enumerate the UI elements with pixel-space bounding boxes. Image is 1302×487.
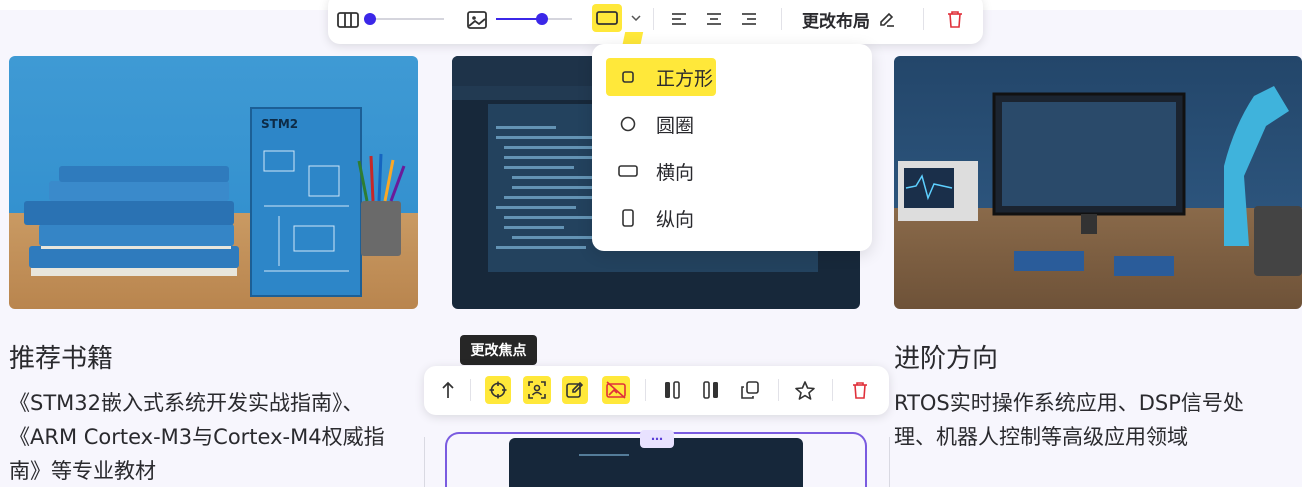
focus-button[interactable] <box>485 376 511 404</box>
shape-option-circle[interactable]: 圆圈 <box>606 105 694 143</box>
book-cover-title: STM2 <box>261 117 298 131</box>
card-description: 《STM32嵌入式系统开发实战指南》、 《ARM Cortex-M3与Corte… <box>9 386 439 487</box>
image-toolbar <box>424 366 889 415</box>
shape-option-label: 横向 <box>656 161 695 184</box>
align-left-icon[interactable] <box>668 8 690 30</box>
shape-option-label: 正方形 <box>656 67 714 90</box>
columns-slider-knob[interactable] <box>364 13 376 25</box>
shape-option-square[interactable]: 正方形 <box>606 58 716 96</box>
card-description: RTOS实时操作系统应用、DSP信号处 理、机器人控制等高级应用领域 <box>894 386 1302 454</box>
shape-option-portrait[interactable]: 纵向 <box>606 199 694 237</box>
card-description-line: 《STM32嵌入式系统开发实战指南》、 <box>9 391 364 415</box>
duplicate-icon <box>741 381 759 399</box>
drag-handle[interactable]: ⋯ <box>640 430 674 448</box>
tooltip: 更改焦点 <box>460 335 537 365</box>
edit-icon <box>566 381 584 398</box>
card-title: 进阶方向 <box>894 344 999 374</box>
trash-icon <box>853 382 867 399</box>
card-description-line: 南》等专业教材 <box>9 459 156 483</box>
card-image-robot-lab[interactable] <box>894 56 1302 309</box>
hide-image-icon <box>606 381 626 399</box>
layout-toolbar: 更改布局 <box>328 0 983 44</box>
column-right-icon <box>703 381 718 399</box>
columns-icon <box>336 8 360 32</box>
change-layout-label: 更改布局 <box>802 11 870 32</box>
focus-icon <box>489 381 507 399</box>
hide-image-button[interactable] <box>602 376 630 404</box>
face-focus-icon <box>528 381 546 399</box>
card-title: 推荐书籍 <box>9 344 114 374</box>
column-divider <box>889 437 890 487</box>
image-size-slider-knob[interactable] <box>536 13 548 25</box>
favorite-button[interactable] <box>793 378 817 402</box>
move-up-icon <box>442 381 454 398</box>
column-left-icon <box>665 381 680 399</box>
delete-button[interactable] <box>944 7 966 31</box>
align-right-icon[interactable] <box>738 8 760 30</box>
edit-image-button[interactable] <box>562 376 588 404</box>
column-left-button[interactable] <box>660 378 684 402</box>
shape-menu: 正方形 圆圈 横向 纵向 <box>592 44 872 251</box>
portrait-icon <box>618 208 638 228</box>
rectangle-icon <box>596 11 618 25</box>
square-icon <box>618 67 638 87</box>
circle-icon <box>618 114 638 134</box>
chevron-down-icon[interactable] <box>628 10 644 26</box>
face-focus-button[interactable] <box>523 376 551 404</box>
shape-option-landscape[interactable]: 横向 <box>606 152 694 190</box>
card-description-line: 理、机器人控制等高级应用领域 <box>894 425 1188 449</box>
column-right-button[interactable] <box>699 378 723 402</box>
move-up-button[interactable] <box>436 378 460 402</box>
shape-option-label: 纵向 <box>656 208 695 231</box>
delete-image-button[interactable] <box>848 378 872 402</box>
duplicate-button[interactable] <box>738 378 762 402</box>
column-divider <box>424 437 425 487</box>
image-icon <box>465 8 489 32</box>
shape-option-label: 圆圈 <box>656 114 695 137</box>
landscape-icon <box>618 161 638 181</box>
change-layout-button[interactable]: 更改布局 <box>802 6 896 32</box>
card-image-books[interactable]: STM2 <box>9 56 418 309</box>
trash-icon <box>948 11 962 28</box>
shape-select-button[interactable] <box>592 4 622 32</box>
align-center-icon[interactable] <box>703 8 725 30</box>
card-description-line: RTOS实时操作系统应用、DSP信号处 <box>894 391 1244 415</box>
edit-icon <box>880 12 894 27</box>
star-icon <box>795 380 815 400</box>
card-description-line: 《ARM Cortex-M3与Cortex-M4权威指 <box>9 425 385 449</box>
